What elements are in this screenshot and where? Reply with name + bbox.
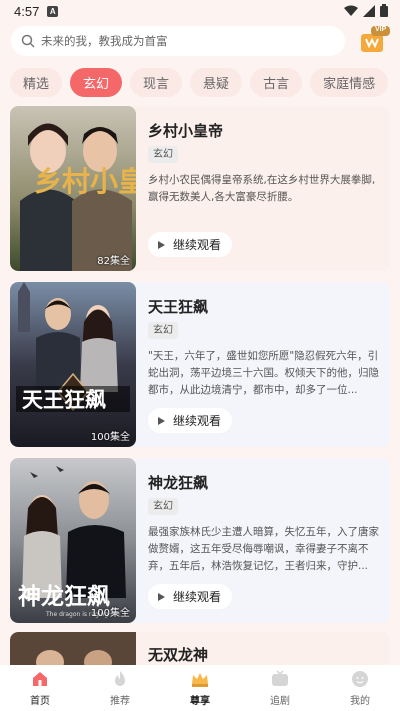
- drama-card[interactable]: 无双龙神: [10, 632, 390, 665]
- continue-watching-button[interactable]: 继续观看: [148, 232, 232, 257]
- cover-title-art: 天王狂飙: [22, 387, 106, 412]
- continue-watching-button[interactable]: 继续观看: [148, 584, 232, 609]
- cover-title-art: 乡村小皇: [34, 165, 136, 198]
- wifi-icon: [344, 5, 358, 16]
- crown-icon: [192, 673, 208, 687]
- drama-cover[interactable]: [10, 632, 136, 665]
- status-time: 4:57: [14, 3, 40, 19]
- tab-guyan[interactable]: 古言: [250, 67, 303, 97]
- nav-profile[interactable]: 我的: [320, 665, 400, 711]
- signal-icon: [363, 4, 375, 17]
- drama-cover[interactable]: 乡村小皇 82集全: [10, 106, 136, 271]
- drama-title: 神龙狂飙: [148, 474, 209, 492]
- tab-jingxuan[interactable]: 精选: [10, 67, 63, 97]
- nav-home[interactable]: 首页: [0, 665, 80, 711]
- drama-card[interactable]: 乡村小皇 82集全 乡村小皇帝 玄幻 乡村小农民偶得皇帝系统,在这乡村世界大展拳…: [10, 106, 390, 271]
- notification-a-icon: A: [47, 5, 59, 17]
- drama-description: 最强家族林氏少主遭人暗算，失忆五年，入了唐家做赘婿，这五年受尽侮辱嘲讽，幸得妻子…: [148, 526, 379, 572]
- play-icon: [158, 416, 165, 425]
- home-icon: [33, 672, 47, 686]
- battery-icon: [380, 4, 388, 17]
- continue-label: 继续观看: [173, 414, 222, 428]
- category-tabs: 精选 玄幻 现言 悬疑 古言 家庭情感: [0, 66, 400, 98]
- drama-cover[interactable]: 神龙狂飙 The dragon is raging 100集全: [10, 458, 136, 623]
- episode-count: 100集全: [90, 432, 130, 443]
- drama-title: 乡村小皇帝: [148, 122, 224, 140]
- bottom-nav: 首页 推荐 尊享 追剧 我的: [0, 665, 400, 711]
- tab-xuanhuan[interactable]: 玄幻: [70, 67, 123, 97]
- play-icon: [158, 240, 165, 249]
- genre-tag: 玄幻: [148, 498, 178, 515]
- profile-icon: [352, 671, 368, 687]
- vip-button[interactable]: VIP: [357, 24, 391, 56]
- drama-title: 无双龙神: [148, 646, 209, 664]
- nav-label: 我的: [350, 696, 370, 707]
- continue-label: 继续观看: [173, 590, 222, 604]
- search-placeholder: 未来的我，教我成为首富: [41, 34, 168, 48]
- drama-card[interactable]: 天王狂飙 100集全 天王狂飙 玄幻 "天王，六年了，盛世如您所愿"隐忍假死六年…: [10, 282, 390, 447]
- episode-count: 82集全: [97, 256, 130, 267]
- nav-recommend[interactable]: 推荐: [80, 665, 160, 711]
- drama-cover[interactable]: 天王狂飙 100集全: [10, 282, 136, 447]
- vip-badge: VIP: [375, 26, 387, 33]
- search-row: 未来的我，教我成为首富 VIP: [11, 26, 391, 56]
- nav-label: 尊享: [190, 696, 210, 707]
- drama-description: 乡村小农民偶得皇帝系统,在这乡村世界大展拳脚,赢得无数美人,各大富豪尽折腰。: [148, 174, 376, 203]
- nav-premium[interactable]: 尊享: [160, 665, 240, 711]
- drama-description: "天王，六年了，盛世如您所愿"隐忍假死六年，引蛇出洞，荡平边境三十六国。权倾天下…: [148, 350, 379, 396]
- search-icon: [21, 34, 35, 48]
- tab-xianyan[interactable]: 现言: [130, 67, 183, 97]
- cover-image: 乡村小皇: [10, 106, 136, 271]
- tv-icon: [272, 670, 288, 686]
- nav-label: 首页: [30, 696, 50, 707]
- cover-image: 神龙狂飙 The dragon is raging: [10, 458, 136, 623]
- cover-image: 天王狂飙: [10, 282, 136, 447]
- status-icons: [344, 4, 388, 17]
- status-bar: 4:57 A: [0, 0, 400, 22]
- cover-image: [10, 632, 136, 665]
- search-input[interactable]: 未来的我，教我成为首富: [11, 26, 345, 56]
- play-icon: [158, 592, 165, 601]
- nav-label: 推荐: [110, 696, 130, 707]
- episode-count: 100集全: [90, 608, 130, 619]
- nav-follow[interactable]: 追剧: [240, 665, 320, 711]
- continue-label: 继续观看: [173, 238, 222, 252]
- genre-tag: 玄幻: [148, 146, 178, 163]
- drama-title: 天王狂飙: [148, 298, 209, 316]
- continue-watching-button[interactable]: 继续观看: [148, 408, 232, 433]
- nav-label: 追剧: [270, 696, 290, 707]
- tab-jiating-qinggan[interactable]: 家庭情感: [310, 67, 389, 97]
- drama-card[interactable]: 神龙狂飙 The dragon is raging 100集全 神龙狂飙 玄幻 …: [10, 458, 390, 623]
- flame-icon: [115, 671, 125, 686]
- genre-tag: 玄幻: [148, 322, 178, 339]
- tab-xuanyi[interactable]: 悬疑: [190, 67, 243, 97]
